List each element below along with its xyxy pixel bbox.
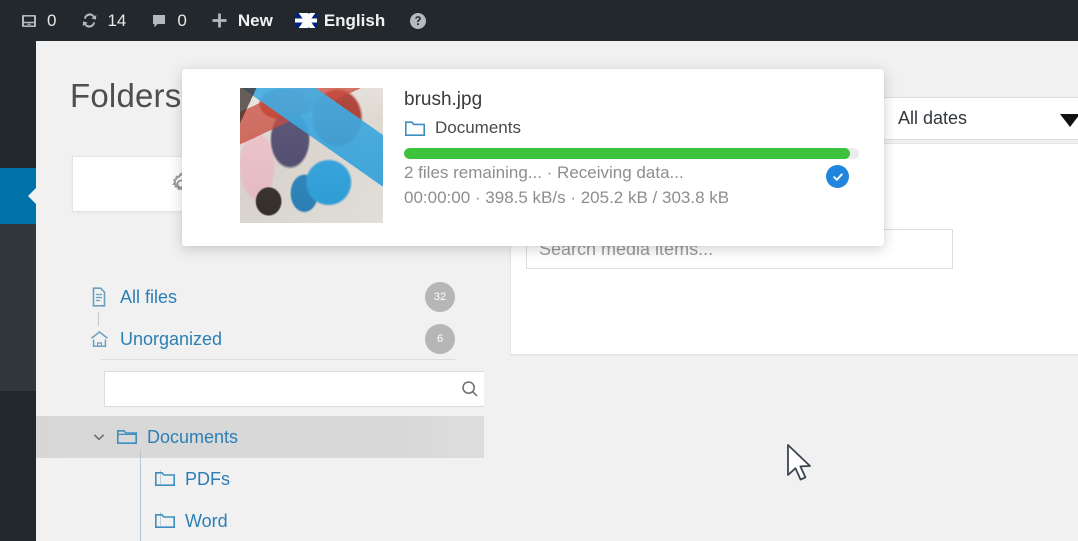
- search-icon: [460, 379, 480, 399]
- app-screenshot: 0 14 0 New English Folders All files 32 …: [0, 0, 1078, 541]
- folder-search-input[interactable]: [115, 372, 459, 408]
- chevron-down-icon: [1060, 113, 1078, 127]
- upload-progress-popup: brush.jpg Documents 2 files remaining...…: [182, 69, 884, 246]
- tree-item-word[interactable]: Word: [36, 500, 484, 541]
- adminbar-comments-count: 0: [177, 10, 187, 30]
- check-circle-icon: [826, 165, 849, 188]
- file-icon: [88, 286, 110, 308]
- sidebar-item-unorganized[interactable]: Unorganized 6: [72, 324, 455, 354]
- folder-tree: Documents PDFs Word: [36, 416, 484, 541]
- comments-icon: [148, 10, 170, 32]
- adminbar-item-site[interactable]: 0: [0, 0, 67, 41]
- folder-open-icon: [116, 428, 138, 446]
- adminbar-item-language[interactable]: English: [284, 0, 396, 41]
- folder-icon: [154, 470, 176, 488]
- adminbar-item-updates[interactable]: 14: [67, 0, 137, 41]
- page-title-text: Folders: [70, 77, 182, 114]
- tree-item-pdfs-label: PDFs: [185, 468, 230, 489]
- sidebar-item-all-files-badge: 32: [425, 282, 455, 312]
- folder-icon: [404, 119, 426, 138]
- sidebar-item-unorganized-badge: 6: [425, 324, 455, 354]
- upload-progress-bar: [404, 148, 859, 159]
- upload-target-folder: Documents: [404, 118, 521, 138]
- folder-icon: [154, 512, 176, 530]
- tree-item-word-label: Word: [185, 510, 228, 531]
- adminbar-new-label: New: [237, 10, 273, 30]
- upload-status-text: 2 files remaining... · Receiving data...: [404, 163, 684, 182]
- plus-icon: [209, 10, 231, 32]
- adminbar-site-count: 0: [47, 10, 57, 30]
- wordpress-logo-icon: [18, 10, 40, 32]
- upload-target-folder-label: Documents: [435, 118, 521, 137]
- help-icon: [407, 10, 429, 32]
- upload-progress-fill: [404, 148, 850, 159]
- adminbar-language-label: English: [323, 10, 386, 30]
- admin-top-bar: 0 14 0 New English: [0, 0, 1078, 41]
- sidebar-divider: [100, 359, 455, 360]
- admin-menu-section-top[interactable]: [0, 41, 36, 168]
- tree-item-documents[interactable]: Documents: [36, 416, 484, 458]
- adminbar-item-help[interactable]: [396, 0, 440, 41]
- home-icon: [88, 328, 110, 350]
- date-filter-select[interactable]: All dates: [883, 97, 1078, 140]
- tree-item-pdfs[interactable]: PDFs: [36, 458, 484, 500]
- adminbar-updates-count: 14: [107, 10, 127, 30]
- updates-icon: [78, 10, 100, 32]
- adminbar-item-comments[interactable]: 0: [137, 0, 197, 41]
- sidebar-item-unorganized-label: Unorganized: [120, 328, 223, 349]
- tree-item-documents-label: Documents: [147, 426, 239, 447]
- uk-flag-icon: [294, 10, 317, 32]
- upload-stats-text: 00:00:00 · 398.5 kB/s · 205.2 kB / 303.8…: [404, 188, 730, 207]
- admin-sidebar-menu: [0, 41, 37, 541]
- sidebar-item-all-files[interactable]: All files 32: [72, 282, 455, 312]
- adminbar-item-new[interactable]: New: [198, 0, 284, 41]
- chevron-down-icon[interactable]: [92, 430, 106, 444]
- folder-search-box[interactable]: [104, 371, 491, 408]
- admin-menu-item-active[interactable]: [0, 168, 37, 224]
- date-filter-label: All dates: [898, 108, 968, 128]
- admin-menu-section-bottom[interactable]: [0, 391, 36, 541]
- admin-menu-submenu[interactable]: [0, 224, 36, 391]
- sidebar-item-all-files-label: All files: [120, 286, 178, 307]
- upload-filename: brush.jpg: [404, 89, 483, 110]
- upload-thumbnail: [240, 88, 383, 223]
